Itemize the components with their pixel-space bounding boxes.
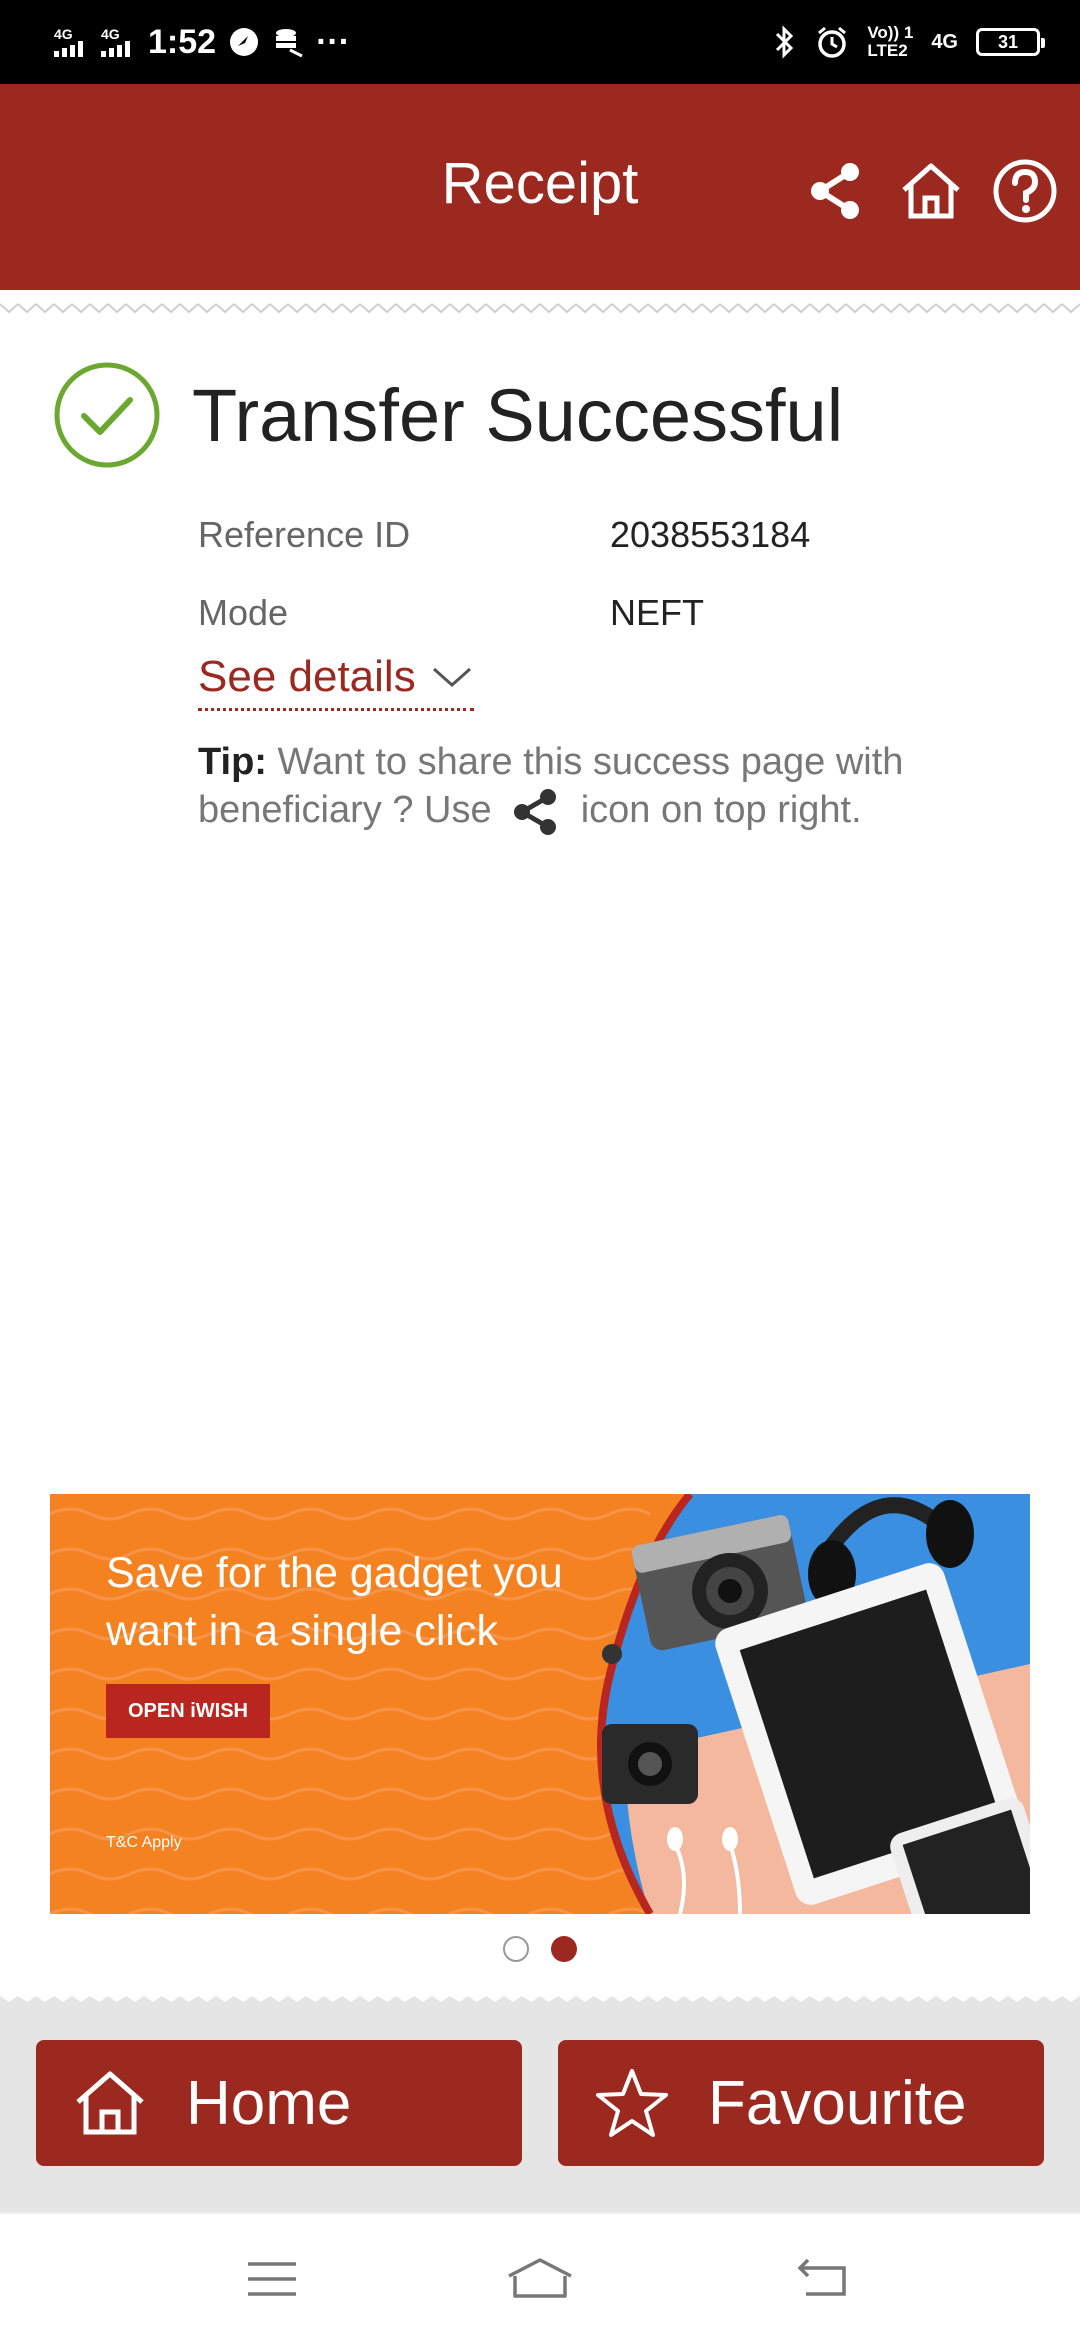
more-notifications: ··· [316, 22, 351, 61]
lte-label: LTE2 [867, 41, 908, 60]
bluetooth-icon [776, 25, 794, 59]
network-type-1: 4G [54, 26, 73, 42]
banner-headline: Save for the gadget you want in a single… [106, 1549, 563, 1655]
mode-label: Mode [198, 592, 289, 633]
system-nav-bar [0, 2212, 1080, 2342]
banner-terms: T&C Apply [106, 1834, 182, 1851]
home-nav-icon[interactable] [505, 2254, 575, 2304]
see-details-link[interactable]: See details [198, 652, 474, 711]
volte-indicator: Vo)) 1 LTE2 [867, 24, 913, 60]
carousel-dot-1[interactable] [503, 1936, 529, 1962]
menu-icon[interactable] [242, 2254, 302, 2304]
success-check-icon [54, 362, 160, 468]
data-saver-icon [276, 29, 303, 58]
favourite-button-label: Favourite [708, 2068, 967, 2138]
home-icon [76, 2071, 144, 2135]
open-iwish-button[interactable]: OPEN iWISH [106, 1684, 270, 1738]
network-type-3: 4G [931, 30, 958, 53]
tip-label: Tip: [198, 741, 267, 783]
favourite-button[interactable]: Favourite [558, 2040, 1044, 2166]
carousel-dot-2[interactable] [551, 1936, 577, 1962]
success-header: Transfer Successful [52, 360, 843, 470]
network-type-2: 4G [101, 26, 120, 42]
share-icon[interactable] [804, 158, 870, 224]
chevron-down-icon [432, 667, 471, 688]
share-icon [508, 787, 564, 837]
alarm-icon [818, 26, 847, 58]
clock: 1:52 [148, 22, 217, 61]
signal-indicator-1: 4G [54, 27, 83, 57]
star-icon [596, 2069, 668, 2137]
signal-indicator-2: 4G [101, 27, 130, 57]
see-details-label: See details [198, 652, 416, 701]
promo-banner[interactable]: Save for the gadget you want in a single… [50, 1494, 1030, 1914]
reference-value: 2038553184 [610, 514, 811, 555]
home-button[interactable]: Home [36, 2040, 522, 2166]
reference-label: Reference ID [198, 514, 411, 555]
app-header: Receipt [0, 84, 1080, 290]
battery-level: 31 [997, 31, 1019, 52]
success-title: Transfer Successful [192, 373, 844, 457]
help-icon[interactable] [992, 158, 1058, 224]
carousel-indicator [0, 1936, 1080, 1962]
location-icon [230, 28, 259, 56]
tip-text: Tip: Want to share this success page wit… [198, 738, 998, 837]
status-bar: 4G 4G 1:52 ··· Vo)) 1 LTE2 4G 31 [0, 0, 1080, 84]
zigzag-divider [0, 298, 1080, 320]
back-icon[interactable] [794, 2254, 854, 2304]
volte-label: Vo)) 1 [867, 23, 914, 42]
zigzag-divider-bottom [0, 1988, 1080, 2010]
tip-text-after: icon on top right. [580, 789, 862, 831]
home-button-label: Home [186, 2068, 352, 2138]
battery-icon: 31 [976, 28, 1045, 56]
home-icon[interactable] [898, 158, 964, 224]
mode-value: NEFT [610, 592, 704, 633]
